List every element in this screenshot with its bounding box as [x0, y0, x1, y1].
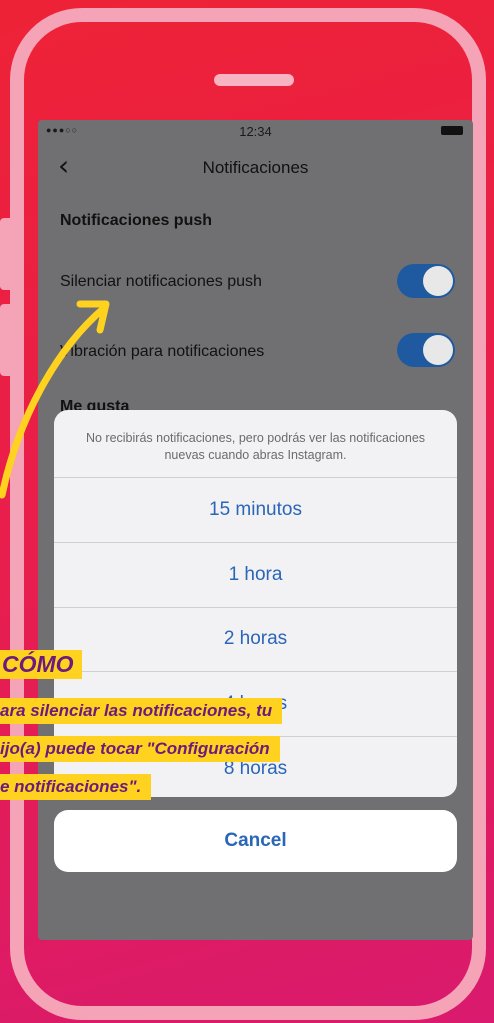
- nav-bar: ‹ Notificaciones: [38, 148, 473, 188]
- mute-push-toggle[interactable]: [397, 264, 455, 298]
- option-1-hour[interactable]: 1 hora: [54, 543, 457, 608]
- status-time: 12:34: [239, 124, 272, 139]
- phone-screen: ●●●○○ 12:34 ‹ Notificaciones Notificacio…: [38, 120, 473, 940]
- toggle-knob: [423, 335, 453, 365]
- status-bar: ●●●○○ 12:34: [38, 120, 473, 142]
- callout-title: CÓMO: [0, 650, 82, 680]
- battery-icon: [441, 126, 463, 135]
- phone-speaker: [214, 74, 294, 86]
- toggle-knob: [423, 266, 453, 296]
- callout-text-line: e notificaciones".: [0, 774, 152, 800]
- option-2-hours[interactable]: 2 horas: [54, 608, 457, 673]
- page-title: Notificaciones: [202, 158, 309, 177]
- vibration-toggle[interactable]: [397, 333, 455, 367]
- section-heading-push: Notificaciones push: [60, 212, 213, 229]
- cancel-button[interactable]: Cancel: [54, 810, 457, 872]
- pointer-arrow-icon: [0, 300, 110, 499]
- phone-side-button: [0, 218, 10, 290]
- callout-text-line: ara silenciar las notificaciones, tu: [0, 698, 283, 724]
- callout-text-line: ijo(a) puede tocar "Configuración: [0, 736, 280, 762]
- mute-push-label[interactable]: Silenciar notificaciones push: [60, 273, 262, 291]
